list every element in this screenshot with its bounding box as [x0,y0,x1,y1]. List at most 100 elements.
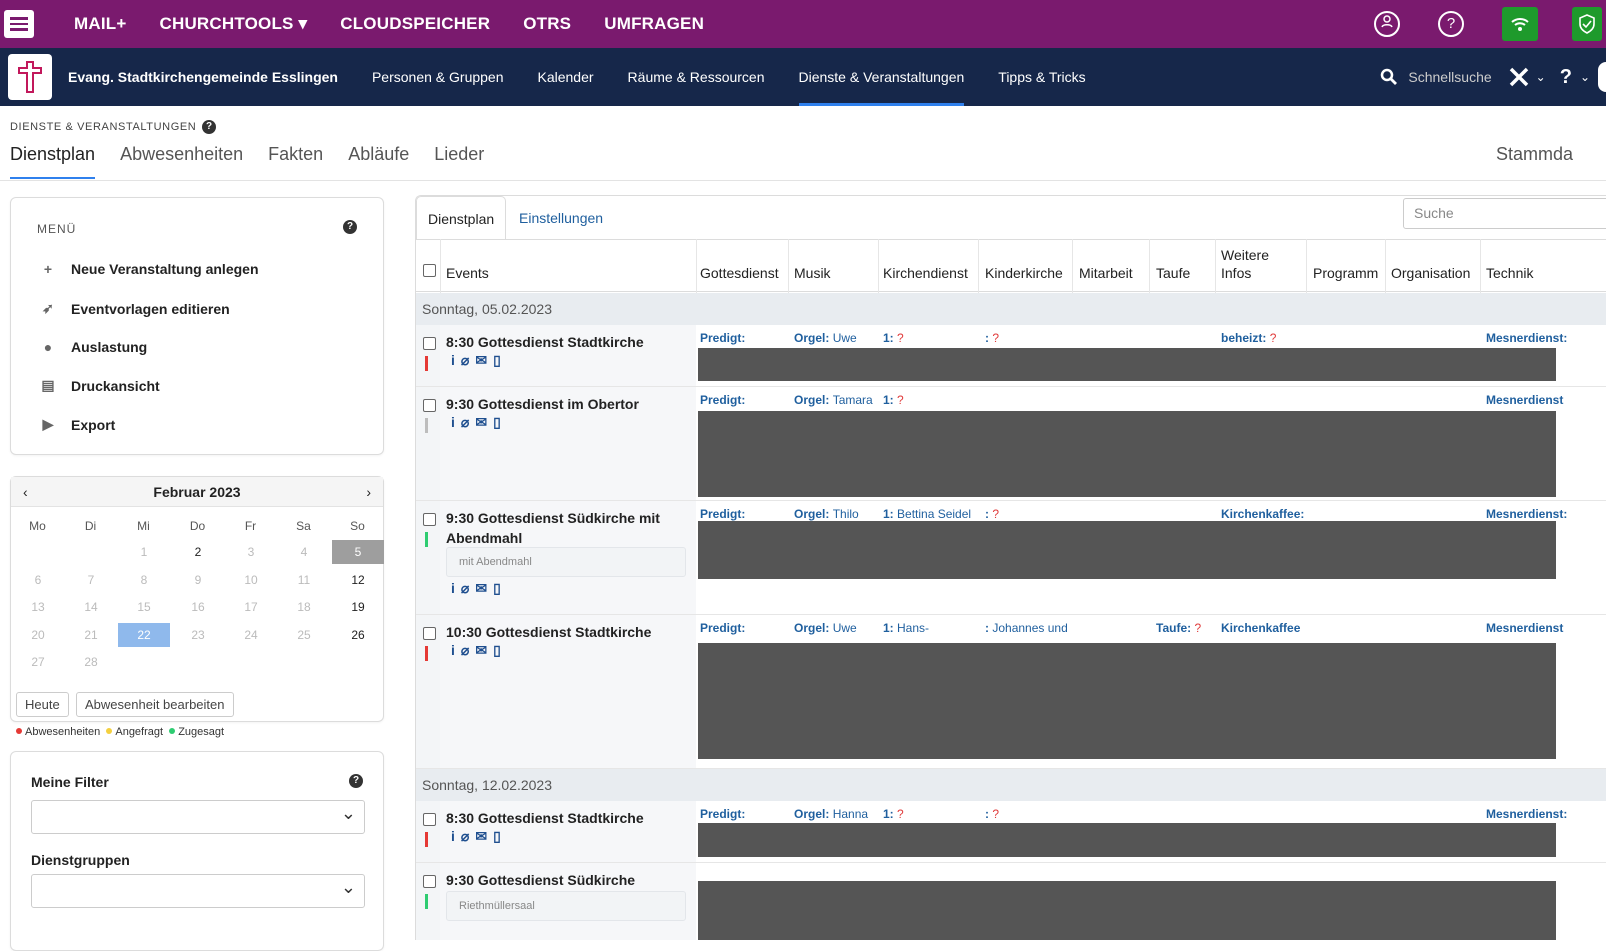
service-cell-kd[interactable]: 1: ? [883,393,973,407]
tab-dienstplan-inner[interactable]: Dienstplan [416,196,507,240]
calendar-day[interactable]: 4 [278,540,330,564]
calendar-day[interactable]: 12 [332,568,384,592]
mail-icon[interactable]: ✉ [475,414,487,430]
my-filter-select[interactable] [31,800,365,834]
roster-search-input[interactable]: Suche [1403,198,1606,229]
info-icon[interactable]: i [451,642,455,658]
calendar-day[interactable]: 19 [332,595,384,619]
service-cell-kd[interactable]: 1: Hans- [883,621,973,635]
info-icon[interactable]: i [451,580,455,596]
calendar-day[interactable]: 7 [65,568,117,592]
select-all-checkbox[interactable] [423,264,436,277]
attachment-icon[interactable]: ⌀ [461,642,469,658]
service-cell-mu[interactable]: Orgel: Thilo [794,507,884,521]
tab-abwesenheiten[interactable]: Abwesenheiten [120,144,243,179]
service-cell-mu[interactable]: Orgel: Uwe [794,331,884,345]
row-checkbox[interactable] [423,813,436,826]
topbar-link-cloudspeicher[interactable]: CLOUDSPEICHER [340,14,490,34]
attachment-icon[interactable]: ⌀ [461,414,469,430]
church-logo[interactable] [8,54,52,100]
menu-item-print[interactable]: ▤ Druckansicht [41,377,159,394]
event-title[interactable]: 9:30 Gottesdienst Südkirche [446,870,696,890]
service-cell-kd[interactable]: 1: ? [883,807,973,821]
service-cell-te[interactable]: Mesnerdienst [1486,393,1576,407]
calendar-day[interactable]: 23 [172,623,224,647]
service-cell-mu[interactable]: Orgel: Uwe [794,621,884,635]
nav-org-name[interactable]: Evang. Stadtkirchengemeinde Esslingen [68,48,338,106]
service-cell-kk[interactable]: : ? [985,507,1075,521]
calendar-day[interactable]: 14 [65,595,117,619]
table-row[interactable]: 9:30 Gottesdienst Südkirche Riethmüllersa… [416,863,1606,940]
service-cell-gd[interactable]: Predigt: [700,331,745,345]
service-cell-kk[interactable]: : ? [985,331,1075,345]
calendar-day[interactable]: 27 [12,650,64,674]
service-cell-te[interactable]: Mesnerdienst: [1486,331,1576,345]
calendar-day[interactable]: 15 [118,595,170,619]
service-cell-kd[interactable]: 1: Bettina Seidel [883,507,973,521]
tab-dienstplan[interactable]: Dienstplan [10,144,96,179]
today-button[interactable]: Heute [16,692,69,717]
row-checkbox[interactable] [423,875,436,888]
menu-item-templates[interactable]: ➶ Eventvorlagen editieren [41,300,230,317]
nav-tipps[interactable]: Tipps & Tricks [998,48,1085,106]
menu-item-auslastung[interactable]: ● Auslastung [41,339,147,355]
help-icon[interactable]: ? [349,774,363,788]
info-icon[interactable]: i [451,414,455,430]
calendar-day[interactable]: 13 [12,595,64,619]
row-checkbox[interactable] [423,399,436,412]
service-cell-kd[interactable]: 1: ? [883,331,973,345]
service-cell-gd[interactable]: Predigt: [700,393,745,407]
calendar-day[interactable]: 18 [278,595,330,619]
calendar-day[interactable]: 11 [278,568,330,592]
service-cell-wi[interactable]: Kirchenkaffee: [1221,507,1311,521]
calendar-day[interactable]: 1 [118,540,170,564]
nav-dienste[interactable]: Dienste & Veranstaltungen [798,48,964,106]
event-title[interactable]: 9:30 Gottesdienst im Obertor [446,394,696,414]
service-cell-gd[interactable]: Predigt: [700,507,745,521]
edit-absence-button[interactable]: Abwesenheit bearbeiten [76,692,234,717]
table-row[interactable]: 9:30 Gottesdienst im Obertor i ⌀ ✉ ▯ Predigt:… [416,387,1606,501]
nav-kalender[interactable]: Kalender [538,48,594,106]
chevron-down-icon[interactable]: ⌄ [1536,70,1546,84]
tab-einstellungen[interactable]: Einstellungen [508,196,614,240]
topbar-link-mail[interactable]: MAIL+ [74,14,126,34]
topbar-link-churchtools[interactable]: CHURCHTOOLS ▾ [159,14,307,34]
calendar-day[interactable]: 5 [332,540,384,564]
menu-item-export[interactable]: ▶ Export [41,416,116,433]
row-checkbox[interactable] [423,513,436,526]
table-row[interactable]: 10:30 Gottesdienst Stadtkirche i ⌀ ✉ ▯ Predig… [416,615,1606,769]
help-icon[interactable]: ? [343,220,357,234]
calendar-day[interactable]: 16 [172,595,224,619]
prev-month-icon[interactable]: ‹ [23,484,28,500]
calendar-day[interactable]: 22 [118,622,170,647]
user-circle-icon[interactable] [1374,11,1400,37]
mail-icon[interactable]: ✉ [475,580,487,596]
group-filter-select[interactable] [31,874,365,908]
calendar-day[interactable]: 3 [225,540,277,564]
calendar-day[interactable]: 24 [225,623,277,647]
calendar-day[interactable]: 10 [225,568,277,592]
document-icon[interactable]: ▯ [493,642,501,658]
document-icon[interactable]: ▯ [493,414,501,430]
table-row[interactable]: 8:30 Gottesdienst Stadtkirche i ⌀ ✉ ▯ Predigt… [416,325,1606,387]
service-cell-gd[interactable]: Predigt: [700,807,745,821]
attachment-icon[interactable]: ⌀ [461,352,469,368]
tab-lieder[interactable]: Lieder [434,144,484,179]
tools-icon[interactable] [1508,66,1530,88]
shield-check-icon[interactable] [1572,7,1602,41]
tab-ablaeufe[interactable]: Abläufe [348,144,409,179]
help-icon[interactable]: ? [202,120,217,134]
tab-stammdaten[interactable]: Stammda [1496,144,1573,165]
document-icon[interactable]: ▯ [493,828,501,844]
event-title[interactable]: 8:30 Gottesdienst Stadtkirche [446,808,696,828]
topbar-link-umfragen[interactable]: UMFRAGEN [604,14,704,34]
search-icon[interactable] [1380,68,1398,86]
info-icon[interactable]: i [451,828,455,844]
service-cell-te[interactable]: Mesnerdienst: [1486,507,1576,521]
calendar-day[interactable]: 6 [12,568,64,592]
nav-raeume[interactable]: Räume & Ressourcen [628,48,765,106]
topbar-link-otrs[interactable]: OTRS [523,14,571,34]
service-cell-wi[interactable]: beheizt: ? [1221,331,1311,345]
event-title[interactable]: 9:30 Gottesdienst Südkirche mit Abendmah… [446,508,666,548]
calendar-day[interactable]: 9 [172,568,224,592]
